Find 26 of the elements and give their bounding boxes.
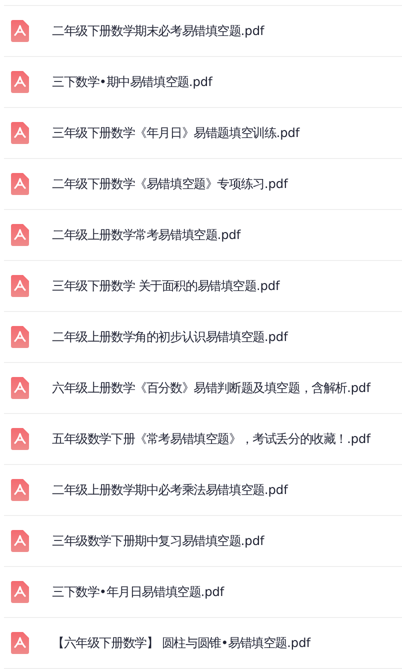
pdf-file-icon bbox=[11, 581, 29, 603]
file-name[interactable]: 二年级上册数学角的初步认识易错填空题.pdf bbox=[52, 328, 288, 346]
pdf-file-icon bbox=[11, 530, 29, 552]
file-name[interactable]: 六年级上册数学《百分数》易错判断题及填空题，含解析.pdf bbox=[52, 380, 370, 396]
pdf-file-icon bbox=[11, 71, 29, 93]
pdf-file-icon bbox=[11, 377, 29, 399]
file-name[interactable]: 二年级上册数学常考易错填空题.pdf bbox=[52, 226, 240, 244]
pdf-file-icon bbox=[11, 173, 29, 195]
file-name[interactable]: 三下数学•期中易错填空题.pdf bbox=[52, 74, 212, 90]
pdf-file-icon bbox=[11, 632, 29, 654]
file-name[interactable]: 二年级上册数学期中必考乘法易错填空题.pdf bbox=[52, 482, 288, 498]
pdf-file-icon bbox=[11, 326, 29, 348]
file-name[interactable]: 三年级下册数学《年月日》易错题填空训练.pdf bbox=[52, 124, 300, 142]
file-name[interactable]: 三年级下册数学 关于面积的易错填空题.pdf bbox=[52, 278, 280, 294]
pdf-file-icon bbox=[11, 479, 29, 501]
file-name[interactable]: 三下数学•年月日易错填空题.pdf bbox=[52, 584, 224, 600]
pdf-file-icon bbox=[11, 20, 29, 42]
file-name[interactable]: 二年级下册数学《易错填空题》专项练习.pdf bbox=[52, 176, 288, 192]
file-name[interactable]: 三年级数学下册期中复习易错填空题.pdf bbox=[52, 532, 264, 550]
pdf-file-icon bbox=[11, 224, 29, 246]
file-name[interactable]: 五年级数学下册《常考易错填空题》，考试丢分的收藏！.pdf bbox=[52, 430, 370, 448]
file-name[interactable]: 【六年级下册数学】 圆柱与圆锥•易错填空题.pdf bbox=[52, 634, 310, 652]
file-name[interactable]: 二年级下册数学期末必考易错填空题.pdf bbox=[52, 22, 264, 40]
pdf-file-icon bbox=[11, 275, 29, 297]
pdf-file-icon bbox=[11, 122, 29, 144]
pdf-file-icon bbox=[11, 428, 29, 450]
